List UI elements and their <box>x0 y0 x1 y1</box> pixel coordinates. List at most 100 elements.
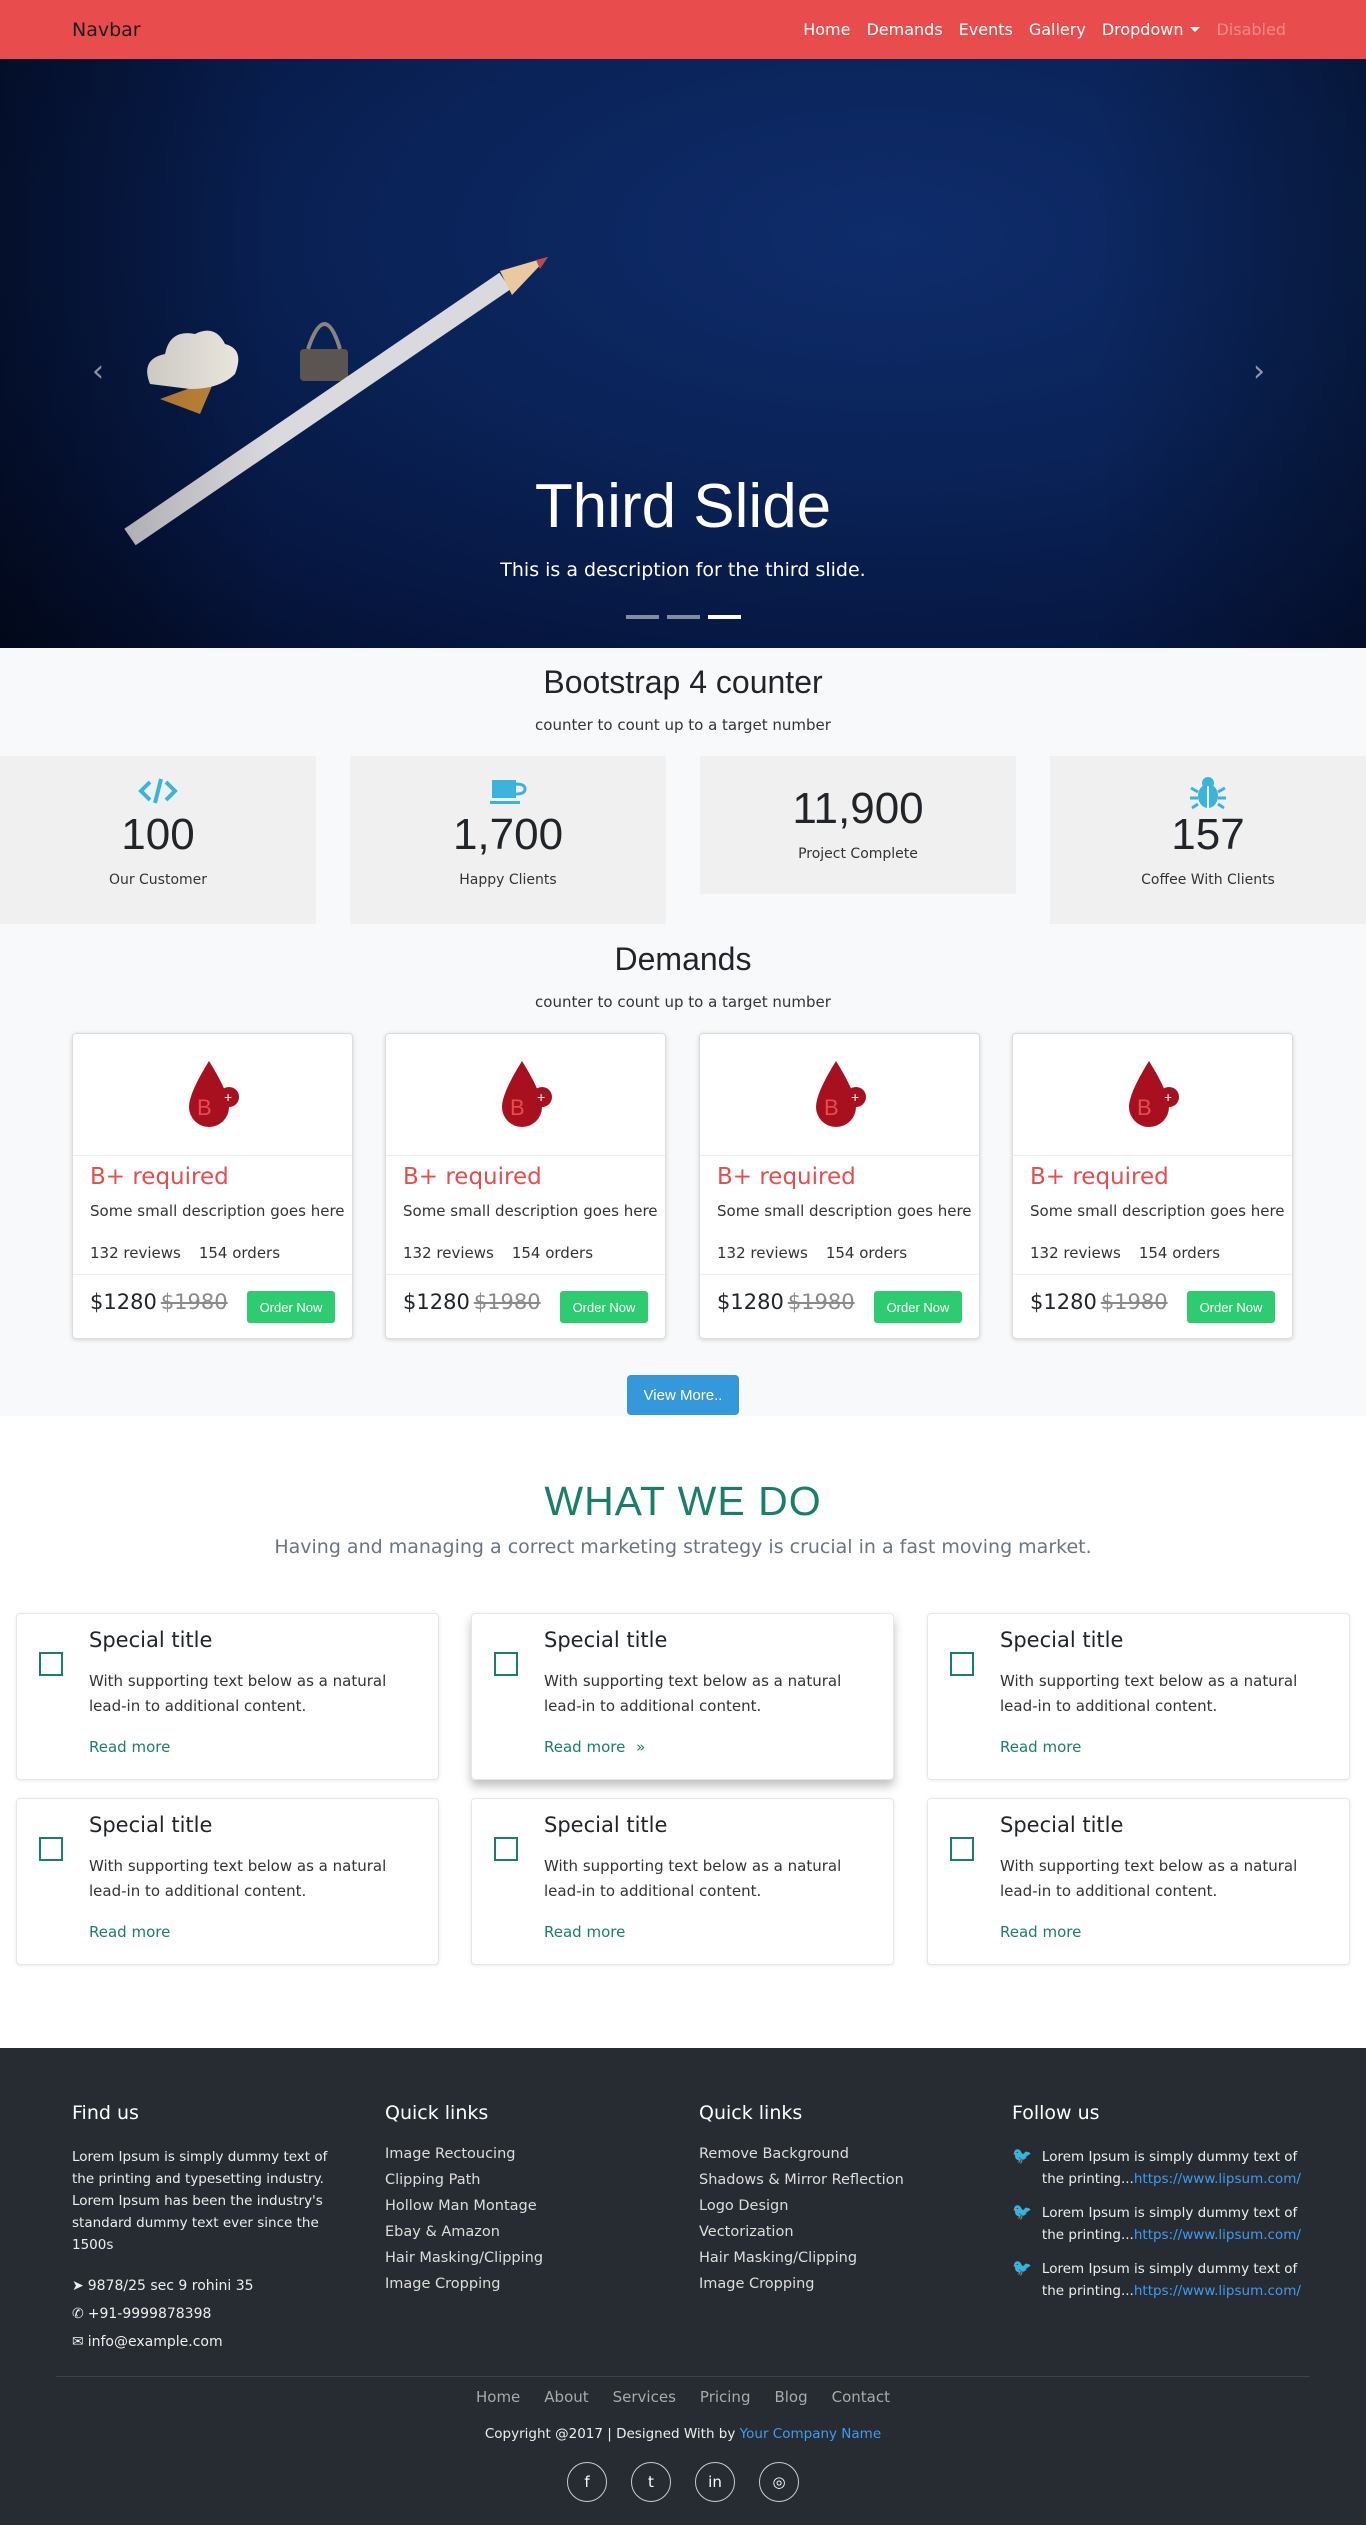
quick-link[interactable]: Hair Masking/Clipping <box>699 2250 969 2266</box>
tweet: 🐦 Lorem Ipsum is simply dummy text of th… <box>1012 2146 1302 2190</box>
demand-price: $1280 $1980 <box>1030 1290 1168 1314</box>
tweet-link[interactable]: https://www.lipsum.com/ <box>1134 2227 1301 2243</box>
demand-description: Some small description goes here <box>403 1202 658 1220</box>
demand-title: B+ required <box>717 1164 856 1190</box>
feature-card: Special title With supporting text below… <box>471 1613 894 1780</box>
carousel-indicator-3[interactable] <box>707 615 741 619</box>
quick-link[interactable]: Hollow Man Montage <box>385 2198 655 2214</box>
order-now-button[interactable]: Order Now <box>247 1291 335 1323</box>
navbar-brand[interactable]: Navbar <box>72 19 141 41</box>
quick-link[interactable]: Logo Design <box>699 2198 969 2214</box>
counter-box: 157 Coffee With Clients <box>1050 756 1366 924</box>
linkedin-icon[interactable]: in <box>695 2462 735 2502</box>
view-more-button[interactable]: View More.. <box>627 1375 739 1415</box>
phone-text: +91-9999878398 <box>87 2306 212 2322</box>
find-us-text: Lorem Ipsum is simply dummy text of the … <box>72 2149 328 2253</box>
feature-title: Special title <box>1000 1628 1124 1652</box>
blood-drop-icon: B + <box>386 1034 665 1156</box>
counter-label: Happy Clients <box>459 872 557 888</box>
demand-orders: 154 orders <box>1138 1244 1221 1262</box>
demand-footer: $1280 $1980 Order Now <box>386 1274 665 1340</box>
carousel-next-button[interactable]: › <box>1253 354 1265 389</box>
footer-nav-pricing[interactable]: Pricing <box>700 2388 751 2406</box>
quick-link[interactable]: Shadows & Mirror Reflection <box>699 2172 969 2188</box>
read-more-link[interactable]: Read more <box>544 1923 625 1941</box>
demand-meta: 132 reviews 154 orders <box>90 1244 298 1262</box>
demand-title: B+ required <box>1030 1164 1169 1190</box>
slide-description: This is a description for the third slid… <box>500 559 866 581</box>
footer-heading: Quick links <box>385 2102 489 2124</box>
phone: ✆ +91-9999878398 <box>72 2306 342 2322</box>
carousel-indicator-2[interactable] <box>666 615 700 619</box>
footer-nav-about[interactable]: About <box>544 2388 588 2406</box>
footer: Find us Lorem Ipsum is simply dummy text… <box>0 2048 1366 2525</box>
company-link[interactable]: Your Company Name <box>740 2426 881 2442</box>
footer-nav-services[interactable]: Services <box>613 2388 676 2406</box>
tweet-link[interactable]: https://www.lipsum.com/ <box>1134 2283 1301 2299</box>
footer-nav-home[interactable]: Home <box>476 2388 520 2406</box>
footer-divider <box>56 2376 1310 2377</box>
facebook-icon[interactable]: f <box>567 2462 607 2502</box>
carousel-prev-button[interactable]: ‹ <box>92 354 104 389</box>
email: ✉ info@example.com <box>72 2334 342 2350</box>
order-now-button[interactable]: Order Now <box>560 1291 648 1323</box>
feature-text: With supporting text below as a natural … <box>544 1857 842 1900</box>
quick-link[interactable]: Remove Background <box>699 2146 969 2162</box>
twitter-icon[interactable]: t <box>631 2462 671 2502</box>
address: ➤ 9878/25 sec 9 rohini 35 <box>72 2278 342 2294</box>
quick-link[interactable]: Image Rectoucing <box>385 2146 655 2162</box>
nav-demands[interactable]: Demands <box>858 20 950 39</box>
checkbox-icon <box>950 1652 974 1676</box>
feature-card: Special title With supporting text below… <box>16 1613 439 1780</box>
nav-dropdown[interactable]: Dropdown <box>1094 20 1209 39</box>
counter-value: 11,900 <box>792 784 924 833</box>
demand-card: B + B+ required Some small description go… <box>385 1033 666 1339</box>
order-now-button[interactable]: Order Now <box>874 1291 962 1323</box>
navbar: Navbar Home Demands Events Gallery Dropd… <box>0 0 1366 59</box>
nav-gallery[interactable]: Gallery <box>1021 20 1094 39</box>
address-text: 9878/25 sec 9 rohini 35 <box>87 2278 254 2294</box>
quick-link[interactable]: Image Cropping <box>385 2276 655 2292</box>
svg-text:B: B <box>824 1095 839 1120</box>
tweet-link[interactable]: https://www.lipsum.com/ <box>1134 2171 1301 2187</box>
feature-title: Special title <box>89 1628 213 1652</box>
read-more-link[interactable]: Read more <box>89 1923 170 1941</box>
feature-title: Special title <box>1000 1813 1124 1837</box>
demand-reviews: 132 reviews <box>403 1244 494 1262</box>
read-more-link[interactable]: Read more » <box>544 1738 645 1756</box>
twitter-icon: 🐦 <box>1012 2202 1032 2221</box>
quick-link[interactable]: Hair Masking/Clipping <box>385 2250 655 2266</box>
quick-link[interactable]: Image Cropping <box>699 2276 969 2292</box>
quick-link[interactable]: Ebay & Amazon <box>385 2224 655 2240</box>
email-text[interactable]: info@example.com <box>88 2334 223 2350</box>
read-more-link[interactable]: Read more <box>1000 1738 1081 1756</box>
demand-reviews: 132 reviews <box>90 1244 181 1262</box>
code-icon <box>0 776 316 810</box>
svg-text:B: B <box>1137 1095 1152 1120</box>
feature-title: Special title <box>89 1813 213 1837</box>
feature-title: Special title <box>544 1628 668 1652</box>
footer-quick-links-1: Quick links Image Rectoucing Clipping Pa… <box>385 2102 655 2302</box>
read-more-link[interactable]: Read more <box>1000 1923 1081 1941</box>
demand-footer: $1280 $1980 Order Now <box>73 1274 352 1340</box>
demands-title: Demands <box>614 941 752 977</box>
footer-follow-us: Follow us 🐦 Lorem Ipsum is simply dummy … <box>1012 2102 1302 2314</box>
carousel-indicator-1[interactable] <box>625 615 659 619</box>
feature-card: Special title With supporting text below… <box>927 1613 1350 1780</box>
order-now-button[interactable]: Order Now <box>1187 1291 1275 1323</box>
nav-events[interactable]: Events <box>951 20 1021 39</box>
price-old: $1980 <box>160 1290 228 1314</box>
footer-nav-blog[interactable]: Blog <box>774 2388 807 2406</box>
quick-link[interactable]: Clipping Path <box>385 2172 655 2188</box>
nav-home[interactable]: Home <box>795 20 858 39</box>
price-old: $1980 <box>473 1290 541 1314</box>
phone-icon: ✆ <box>72 2306 84 2322</box>
feature-text: With supporting text below as a natural … <box>1000 1672 1298 1715</box>
feature-card: Special title With supporting text below… <box>16 1798 439 1965</box>
footer-nav-contact[interactable]: Contact <box>832 2388 890 2406</box>
read-more-link[interactable]: Read more <box>89 1738 170 1756</box>
instagram-icon[interactable]: ◎ <box>759 2462 799 2502</box>
demand-description: Some small description goes here <box>717 1202 972 1220</box>
footer-nav: Home About Services Pricing Blog Contact <box>0 2388 1366 2406</box>
quick-link[interactable]: Vectorization <box>699 2224 969 2240</box>
